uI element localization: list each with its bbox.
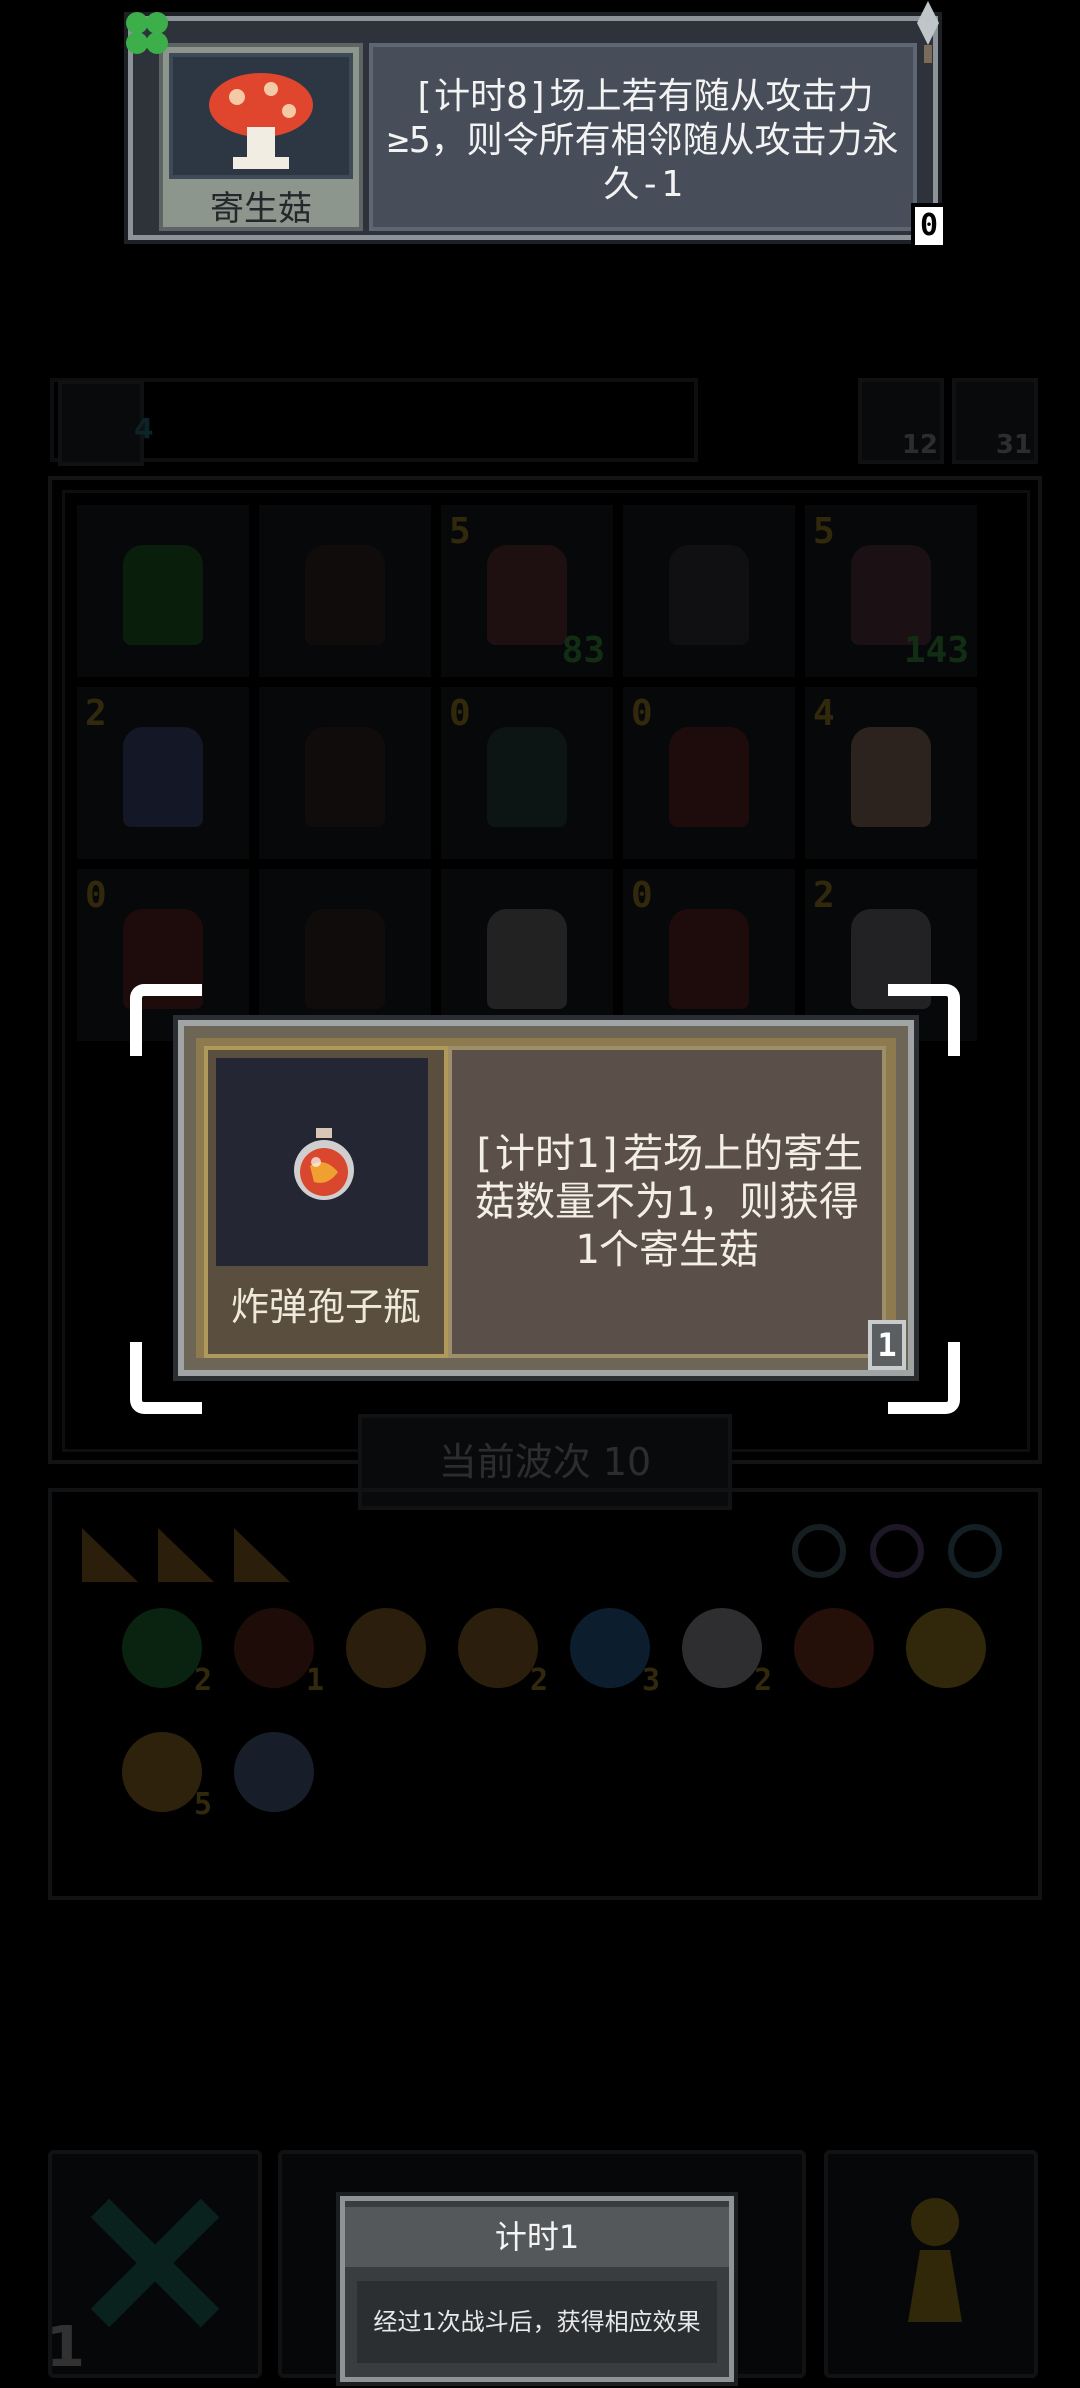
relic-description-box: [计时1]若场上的寄生菇数量不为1，则获得1个寄生菇 bbox=[448, 1046, 886, 1358]
summon-description-box: [计时8]场上若有随从攻击力≥5，则令所有相邻随从攻击力永久-1 bbox=[369, 43, 917, 231]
hourglass-stat: 4 bbox=[50, 378, 698, 466]
item-count: 3 bbox=[641, 1663, 660, 1698]
tooltip-title: 计时1 bbox=[345, 2207, 729, 2267]
emerald-icon[interactable]: 2 bbox=[122, 1608, 212, 1698]
close-icon bbox=[90, 2198, 220, 2328]
ring-icon[interactable]: 5 bbox=[122, 1732, 212, 1822]
reroll-button[interactable]: 12 bbox=[858, 378, 944, 464]
board-cell[interactable]: 0 bbox=[623, 687, 795, 859]
unit-sprite bbox=[851, 727, 931, 827]
relic-description: [计时1]若场上的寄生菇数量不为1，则获得1个寄生菇 bbox=[470, 1131, 864, 1273]
item-count: 5 bbox=[193, 1787, 212, 1822]
unit-level: 4 bbox=[813, 693, 835, 734]
unit-level: 2 bbox=[813, 875, 835, 916]
unit-level: 2 bbox=[85, 693, 107, 734]
board-cell[interactable] bbox=[259, 687, 431, 859]
gem-slot-icon[interactable] bbox=[870, 1524, 924, 1578]
board-cell[interactable]: 0 bbox=[441, 687, 613, 859]
axe-icon[interactable]: 2 bbox=[682, 1608, 772, 1698]
unit-level: 0 bbox=[631, 875, 653, 916]
clover-icon bbox=[126, 12, 168, 54]
summon-portrait: 寄生菇 bbox=[159, 43, 363, 231]
board-cell[interactable]: 5 143 bbox=[805, 505, 977, 677]
unit-sprite bbox=[669, 727, 749, 827]
unit-level: 0 bbox=[449, 693, 471, 734]
relic-portrait: 炸弹孢子瓶 bbox=[204, 1046, 448, 1358]
unit-sprite bbox=[123, 727, 203, 827]
relic-body: 炸弹孢子瓶 [计时1]若场上的寄生菇数量不为1，则获得1个寄生菇 1 bbox=[196, 1038, 906, 1370]
unit-sprite bbox=[305, 727, 385, 827]
portrait-frame bbox=[169, 53, 353, 179]
reroll-count: 12 bbox=[901, 430, 938, 460]
tooltip-body: 经过1次战斗后，获得相应效果 bbox=[357, 2281, 717, 2363]
gem-slot-icon[interactable] bbox=[948, 1524, 1002, 1578]
unit-level: 0 bbox=[631, 693, 653, 734]
item-count: 2 bbox=[193, 1663, 212, 1698]
orb-icon[interactable]: 3 bbox=[570, 1608, 660, 1698]
gem-slot-icon[interactable] bbox=[792, 1524, 846, 1578]
close-button[interactable]: 1 bbox=[46, 2150, 262, 2380]
summon-counter: 0 bbox=[911, 203, 947, 249]
unit-sprite bbox=[305, 545, 385, 645]
trophy-icon[interactable] bbox=[906, 1608, 986, 1688]
feather-icon[interactable] bbox=[234, 1732, 314, 1812]
summon-name: 寄生菇 bbox=[210, 189, 312, 229]
board-cell[interactable] bbox=[77, 505, 249, 677]
sword-icon bbox=[917, 1, 939, 63]
item-count: 1 bbox=[305, 1663, 324, 1698]
board-cell[interactable]: 5 83 bbox=[441, 505, 613, 677]
relic-counter: 1 bbox=[868, 1320, 906, 1370]
unit-sprite bbox=[487, 727, 567, 827]
unit-level: 5 bbox=[813, 511, 835, 552]
item-count: 2 bbox=[753, 1663, 772, 1698]
unit-sprite bbox=[669, 545, 749, 645]
board-cell[interactable]: 2 bbox=[77, 687, 249, 859]
unit-level: 0 bbox=[85, 875, 107, 916]
board-cell[interactable]: 0 bbox=[623, 869, 795, 1041]
key-button[interactable]: 31 bbox=[952, 378, 1038, 464]
unit-sprite bbox=[305, 909, 385, 1009]
timer-tooltip: 计时1 经过1次战斗后，获得相应效果 bbox=[340, 2196, 734, 2382]
inventory-panel: 2 1 2 3 2 5 bbox=[48, 1488, 1042, 1900]
relic-image-frame bbox=[216, 1058, 428, 1266]
key-count: 31 bbox=[995, 430, 1032, 460]
unit-level: 5 bbox=[449, 511, 471, 552]
unit-sprite bbox=[669, 909, 749, 1009]
board-cell[interactable] bbox=[259, 869, 431, 1041]
brush-icon[interactable] bbox=[794, 1608, 874, 1688]
pickaxe-icon[interactable] bbox=[346, 1608, 426, 1688]
mushroom-icon bbox=[209, 73, 313, 169]
triangle-tabs bbox=[82, 1528, 290, 1582]
horn-icon[interactable]: 2 bbox=[458, 1608, 548, 1698]
unit-attack: 83 bbox=[561, 630, 605, 671]
unit-sprite bbox=[487, 909, 567, 1009]
hourglass-icon bbox=[58, 380, 144, 466]
board-cell[interactable] bbox=[259, 505, 431, 677]
close-counter: 1 bbox=[46, 2315, 85, 2380]
item-count: 2 bbox=[529, 1663, 548, 1698]
pawn-button[interactable] bbox=[824, 2150, 1038, 2378]
summon-card: 寄生菇 [计时8]场上若有随从攻击力≥5，则令所有相邻随从攻击力永久-1 0 bbox=[126, 1, 947, 249]
bomb-bottle-icon bbox=[294, 1128, 354, 1200]
pawn-icon bbox=[908, 2198, 962, 2322]
hourglass-count: 4 bbox=[134, 412, 154, 445]
relic-name: 炸弹孢子瓶 bbox=[230, 1285, 421, 1329]
summon-description: [计时8]场上若有随从攻击力≥5，则令所有相邻随从攻击力永久-1 bbox=[387, 76, 899, 205]
gem-slots bbox=[792, 1518, 1018, 1582]
unit-attack: 143 bbox=[903, 630, 969, 671]
bomb-bottle-icon[interactable]: 1 bbox=[234, 1608, 324, 1698]
board-cell[interactable] bbox=[441, 869, 613, 1041]
relic-card: 炸弹孢子瓶 [计时1]若场上的寄生菇数量不为1，则获得1个寄生菇 1 bbox=[178, 1020, 914, 1376]
unit-sprite bbox=[487, 545, 567, 645]
board-cell[interactable] bbox=[623, 505, 795, 677]
unit-sprite bbox=[123, 545, 203, 645]
board-cell[interactable]: 4 bbox=[805, 687, 977, 859]
